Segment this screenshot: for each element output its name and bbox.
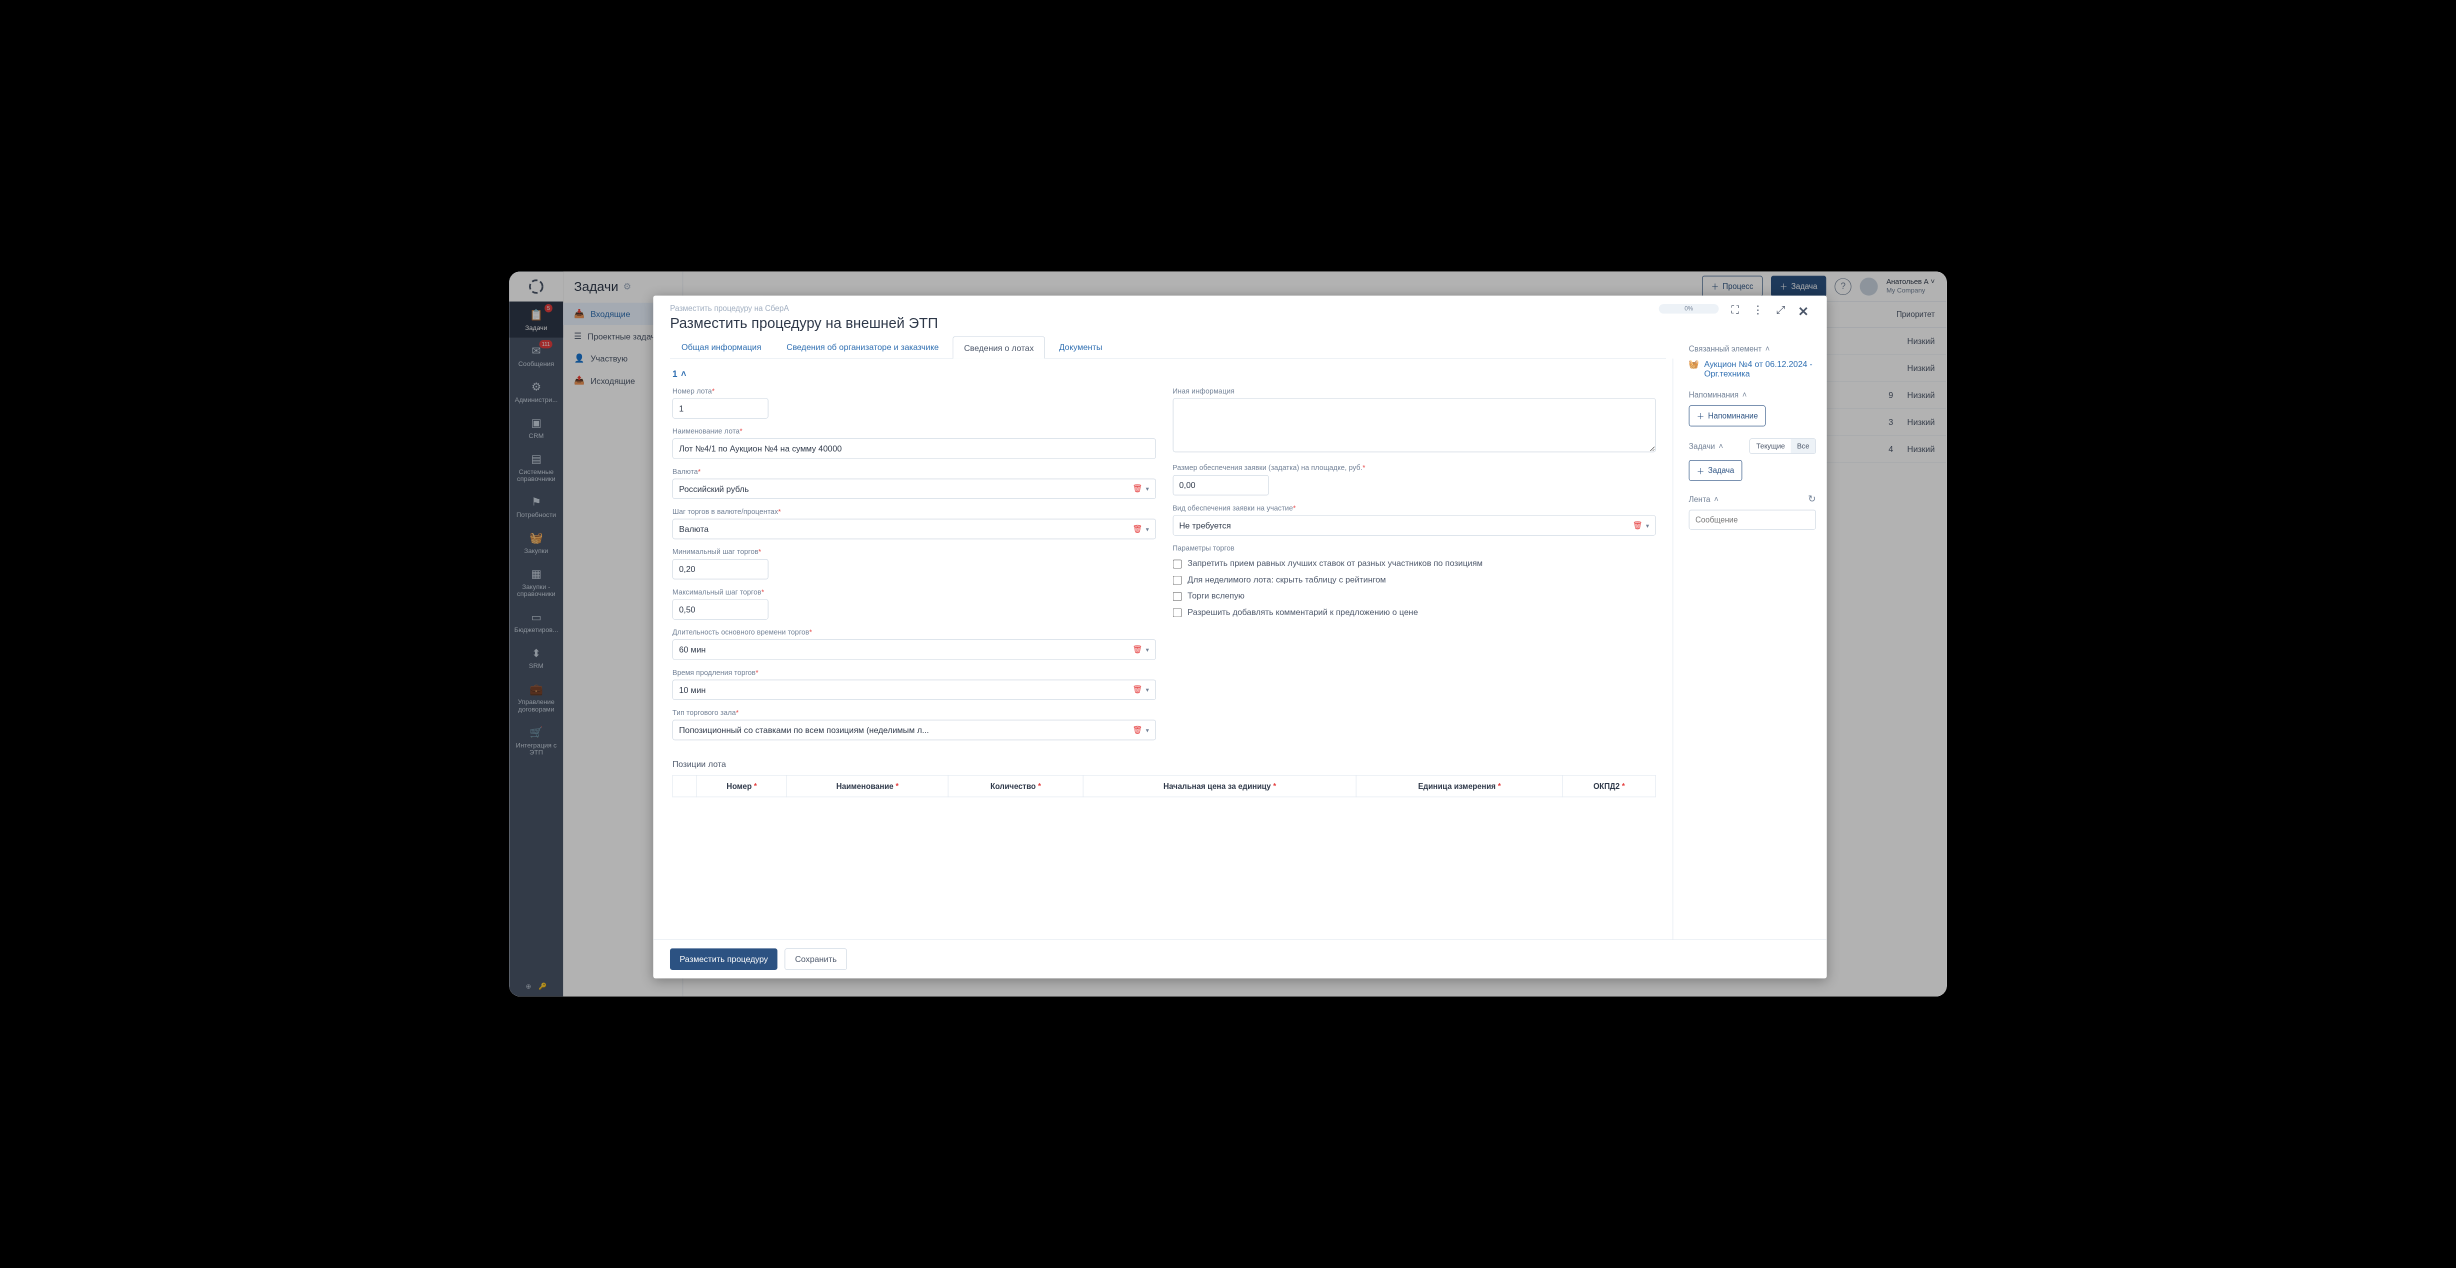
tab-lots[interactable]: Сведения о лотах (953, 336, 1046, 358)
field-lot-name: Наименование лота* (672, 427, 1155, 459)
task-filter-segment[interactable]: Текущие Все (1750, 438, 1816, 454)
seg-current[interactable]: Текущие (1750, 439, 1791, 453)
feed-label[interactable]: Лента ˄ (1689, 495, 1719, 504)
chevron-down-icon: ▾ (1146, 686, 1149, 694)
modal-dialog: Разместить процедуру на СберА Разместить… (653, 296, 1827, 979)
max-step-input[interactable] (672, 599, 768, 619)
add-task-button[interactable]: ＋ Задача (1689, 460, 1742, 481)
params-label: Параметры торгов (1173, 544, 1656, 552)
field-hall-type: Тип торгового зала* Попозиционный со ста… (672, 708, 1155, 740)
message-input[interactable] (1689, 510, 1816, 530)
other-info-textarea[interactable] (1173, 398, 1656, 452)
tasks-label[interactable]: Задачи ˄ (1689, 442, 1723, 451)
map-icon[interactable]: ⛶ (1728, 304, 1741, 317)
chevron-up-icon: ˄ (1719, 442, 1724, 451)
menu-icon[interactable]: ⋮ (1751, 304, 1764, 317)
hall-type-select[interactable]: Попозиционный со ставками по всем позици… (672, 720, 1155, 740)
chevron-down-icon: ▾ (1146, 525, 1149, 533)
check-equal-bids[interactable]: Запретить прием равных лучших ставок от … (1173, 558, 1656, 568)
add-reminder-button[interactable]: ＋ Напоминание (1689, 405, 1766, 426)
trash-icon[interactable]: 🗑 (1132, 484, 1142, 494)
field-min-step: Минимальный шаг торгов* (672, 548, 1155, 580)
tab-general[interactable]: Общая информация (670, 336, 773, 358)
chevron-down-icon: ▾ (1146, 726, 1149, 734)
duration-select[interactable]: 60 мин🗑▾ (672, 639, 1155, 659)
field-duration: Длительность основного времени торгов* 6… (672, 628, 1155, 660)
positions-title: Позиции лота (672, 759, 1655, 769)
modal-title: Разместить процедуру на внешней ЭТП (670, 315, 1649, 332)
linked-item[interactable]: 🧺Аукцион №4 от 06.12.2024 - Орг.техника (1689, 359, 1816, 378)
check-allow-comment[interactable]: Разрешить добавлять комментарий к предло… (1173, 607, 1656, 617)
field-guarantee: Вид обеспечения заявки на участие* Не тр… (1173, 504, 1656, 536)
field-deposit: Размер обеспечения заявки (задатка) на п… (1173, 464, 1656, 496)
chevron-up-icon: ˄ (1714, 495, 1719, 504)
lot-number-input[interactable] (672, 398, 768, 418)
guarantee-select[interactable]: Не требуется🗑▾ (1173, 515, 1656, 535)
deposit-input[interactable] (1173, 475, 1269, 495)
chevron-up-icon: ˄ (1765, 344, 1770, 353)
close-icon[interactable]: ✕ (1797, 304, 1810, 320)
field-extend: Время продления торгов* 10 мин🗑▾ (672, 668, 1155, 700)
submit-button[interactable]: Разместить процедуру (670, 948, 778, 970)
step-type-select[interactable]: Валюта🗑▾ (672, 519, 1155, 539)
check-hide-rating[interactable]: Для неделимого лота: скрыть таблицу с ре… (1173, 575, 1656, 585)
currency-select[interactable]: Российский рубль🗑▾ (672, 479, 1155, 499)
chevron-up-icon: ˄ (681, 369, 686, 379)
field-max-step: Максимальный шаг торгов* (672, 588, 1155, 620)
trash-icon[interactable]: 🗑 (1632, 521, 1642, 531)
chevron-down-icon: ▾ (1646, 522, 1649, 530)
chevron-down-icon: ▾ (1146, 646, 1149, 654)
positions-table: Номер * Наименование * Количество * Нача… (672, 775, 1655, 797)
lot-heading[interactable]: 1 ˄ (672, 369, 1655, 379)
modal-footer: Разместить процедуру Сохранить (653, 939, 1827, 978)
tab-bar: Общая информация Сведения об организатор… (670, 336, 1666, 359)
basket-icon: 🧺 (1689, 359, 1699, 369)
chevron-down-icon: ▾ (1146, 485, 1149, 493)
trash-icon[interactable]: 🗑 (1132, 725, 1142, 735)
check-blind[interactable]: Торги вслепую (1173, 591, 1656, 601)
extend-select[interactable]: 10 мин🗑▾ (672, 680, 1155, 700)
reminders-label[interactable]: Напоминания ˄ (1689, 390, 1816, 399)
field-other-info: Иная информация (1173, 387, 1656, 455)
field-lot-number: Номер лота* (672, 387, 1155, 419)
trash-icon[interactable]: 🗑 (1132, 524, 1142, 534)
trash-icon[interactable]: 🗑 (1132, 645, 1142, 655)
trash-icon[interactable]: 🗑 (1132, 685, 1142, 695)
progress-bar: 0% (1659, 304, 1719, 314)
field-step-type: Шаг торгов в валюте/процентах* Валюта🗑▾ (672, 507, 1155, 539)
modal-side-panel: Связанный элемент ˄ 🧺Аукцион №4 от 06.12… (1678, 336, 1827, 940)
save-button[interactable]: Сохранить (785, 948, 847, 970)
expand-icon[interactable]: ⤢ (1774, 304, 1787, 317)
refresh-icon[interactable]: ↻ (1808, 493, 1816, 505)
min-step-input[interactable] (672, 559, 768, 579)
tab-documents[interactable]: Документы (1048, 336, 1114, 358)
seg-all[interactable]: Все (1791, 439, 1815, 453)
field-currency: Валюта* Российский рубль🗑▾ (672, 467, 1155, 499)
lot-name-input[interactable] (672, 438, 1155, 458)
chevron-up-icon: ˄ (1742, 390, 1747, 399)
tab-organizer[interactable]: Сведения об организаторе и заказчике (775, 336, 950, 358)
breadcrumb: Разместить процедуру на СберА (670, 304, 1649, 313)
linked-label[interactable]: Связанный элемент ˄ (1689, 344, 1816, 353)
